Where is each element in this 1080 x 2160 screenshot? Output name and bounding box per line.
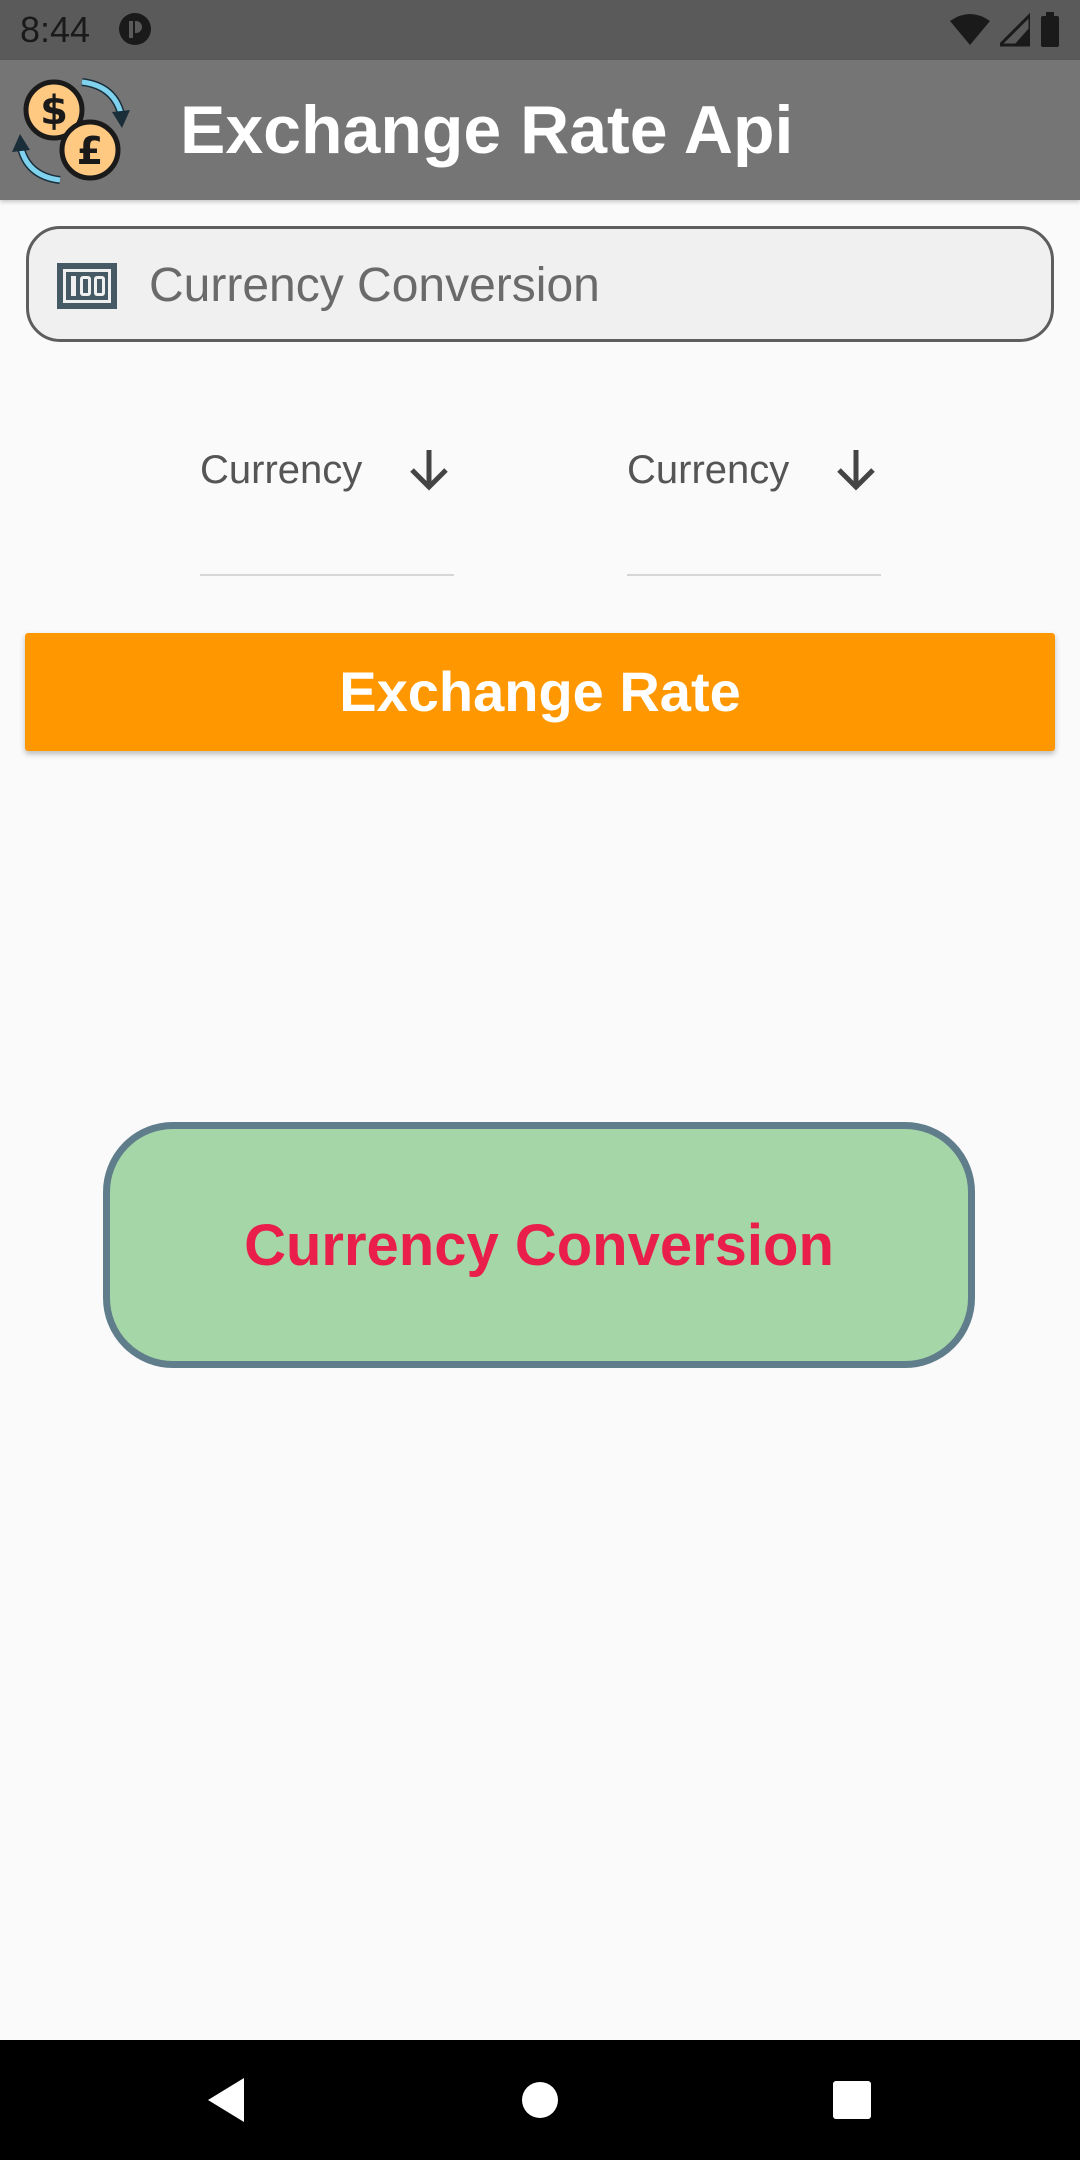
from-currency-label: Currency: [200, 448, 363, 492]
app-notification-icon: [119, 13, 151, 45]
wifi-icon: [950, 14, 990, 45]
screen: 8:44 $ £ Exchange Rate Api Currency Conv…: [0, 0, 1080, 2160]
app-bar: $ £ Exchange Rate Api: [0, 60, 1080, 200]
amount-input[interactable]: [147, 229, 1031, 341]
to-currency-dropdown[interactable]: Currency: [627, 420, 881, 576]
banknote-100-icon: [57, 263, 117, 309]
recents-icon[interactable]: [824, 2072, 880, 2128]
conversion-result-box: Currency Conversion: [103, 1122, 975, 1368]
status-icons: [950, 12, 1060, 48]
exchange-rate-button[interactable]: Exchange Rate: [25, 633, 1055, 751]
status-bar: 8:44: [0, 0, 1080, 60]
app-title: Exchange Rate Api: [180, 92, 794, 168]
navigation-bar: [0, 2040, 1080, 2160]
conversion-result-text: Currency Conversion: [244, 1212, 834, 1278]
arrow-down-icon: [837, 450, 875, 491]
from-currency-dropdown[interactable]: Currency: [200, 420, 454, 576]
arrow-down-icon: [410, 450, 448, 491]
battery-icon: [1041, 12, 1059, 47]
home-icon[interactable]: [512, 2072, 568, 2128]
back-icon[interactable]: [200, 2072, 256, 2128]
svg-text:$: $: [40, 88, 68, 134]
currency-exchange-logo-icon: $ £: [12, 78, 130, 184]
to-currency-label: Currency: [627, 448, 790, 492]
svg-text:£: £: [77, 129, 103, 173]
status-time: 8:44: [20, 9, 91, 50]
cellular-signal-icon: [1000, 13, 1030, 47]
amount-field[interactable]: [26, 226, 1054, 342]
